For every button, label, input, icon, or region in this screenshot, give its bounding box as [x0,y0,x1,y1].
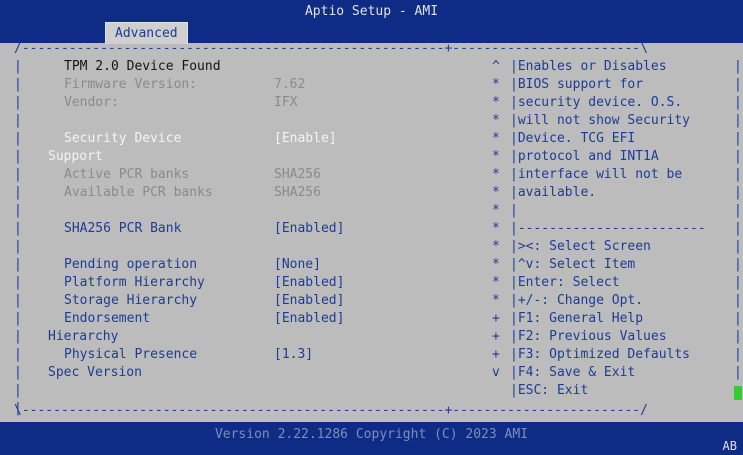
setting-label: Active PCR banks [64,167,190,182]
help-text: |security device. O.S. [510,95,683,110]
setting-row [22,112,492,130]
setting-row: Support [22,148,492,166]
scroll-indicator: * [492,221,500,236]
setting-value[interactable]: [Enabled] [274,310,344,328]
setting-label: Security Device [64,131,182,146]
setting-label: SHA256 PCR Bank [64,221,182,236]
help-text: |F1: General Help [510,311,644,326]
help-text: |+/-: Change Opt. [510,293,644,308]
frame-top-border: /---------------------------------------… [14,41,648,56]
setting-value[interactable]: [Enable] [274,130,337,148]
setting-row: Spec Version [22,364,492,382]
setting-value[interactable]: [1.3] [274,346,313,364]
help-text: |^v: Select Item [510,257,636,272]
setting-row[interactable]: Physical Presence [1.3] [22,346,492,364]
header-bar: Aptio Setup - AMI Advanced [0,0,743,44]
help-text: |ESC: Exit [510,383,589,398]
setting-label: Storage Hierarchy [64,293,198,308]
help-text: |Enables or Disables [510,59,667,74]
setting-row: Hierarchy [22,328,492,346]
setting-value[interactable]: [Enabled] [274,220,344,238]
scroll-indicator: * [492,203,500,218]
frame-left-border: | | | | | | | | | | | | | | | | | | | | [14,59,22,416]
status-badge: AB [722,439,737,453]
help-text: |F4: Save & Exit [510,365,636,380]
setting-label: Hierarchy [48,329,119,344]
help-text: | [510,203,518,218]
help-text: |will not show Security [510,113,691,128]
scroll-indicator: * [492,239,500,254]
help-text: |F2: Previous Values [510,329,667,344]
scroll-indicator: * [492,77,500,92]
scroll-indicator: * [492,113,500,128]
help-text: |available. [510,185,597,200]
setting-label: Available PCR banks [64,185,213,200]
setting-row: Vendor: IFX [22,94,492,112]
setting-value[interactable]: [Enabled] [274,274,344,292]
scrollbar-thumb[interactable] [734,386,742,400]
scroll-indicator: ^ [492,59,500,74]
copyright-text: Version 2.22.1286 Copyright (C) 2023 AMI [214,427,529,442]
scroll-indicator: * [492,131,500,146]
setting-value[interactable]: [Enabled] [274,292,344,310]
setting-row: Firmware Version: 7.62 [22,76,492,94]
setting-row [22,202,492,220]
scroll-indicator: * [492,149,500,164]
scroll-indicator: * [492,185,500,200]
help-text: |protocol and INT1A [510,149,659,164]
footer-bar: Version 2.22.1286 Copyright (C) 2023 AMI… [0,422,743,455]
setting-value: SHA256 [274,167,321,182]
setting-row[interactable]: Security Device [Enable] [22,130,492,148]
setting-label: Vendor: [64,95,119,110]
scroll-indicator: * [492,167,500,182]
setting-row[interactable]: Pending operation [None] [22,256,492,274]
help-text: |BIOS support for [510,77,644,92]
scroll-indicator: v [492,365,500,380]
setting-row[interactable]: Endorsement [Enabled] [22,310,492,328]
setting-value: IFX [274,95,298,110]
setting-row: Available PCR banks SHA256 [22,184,492,202]
help-text: |><: Select Screen [510,239,651,254]
setting-row[interactable]: Storage Hierarchy [Enabled] [22,292,492,310]
bios-screen: Aptio Setup - AMI Advanced /------------… [0,0,743,455]
frame-right-border: | | | | | | | | | | | | | | | | | | [734,59,742,380]
setting-label: Firmware Version: [64,77,198,92]
scroll-indicator: * [492,95,500,110]
setting-value: 7.62 [274,77,306,92]
setting-label: TPM 2.0 Device Found [64,59,221,74]
help-text: |F3: Optimized Defaults [510,347,691,362]
settings-panel: TPM 2.0 Device Found Firmware Version: 7.6… [22,58,492,382]
scroll-indicator: + [492,347,500,362]
setting-row [22,238,492,256]
app-title: Aptio Setup - AMI [304,4,439,19]
setting-label: Spec Version [48,365,142,380]
scroll-indicator: + [492,311,500,326]
help-text: |------------------------ [510,221,706,236]
scroll-indicator: * [492,293,500,308]
scroll-indicator: * [492,257,500,272]
setting-value: SHA256 [274,185,321,200]
setting-row: TPM 2.0 Device Found [22,58,492,76]
setting-row[interactable]: Platform Hierarchy [Enabled] [22,274,492,292]
setting-row[interactable]: SHA256 PCR Bank [Enabled] [22,220,492,238]
setting-label: Physical Presence [64,347,198,362]
setting-label: Pending operation [64,257,198,272]
setting-label: Platform Hierarchy [64,275,205,290]
setting-value[interactable]: [None] [274,256,321,274]
scroll-indicator: + [492,329,500,344]
setting-label: Support [48,149,103,164]
setting-label: Endorsement [64,311,151,326]
help-text: |Device. TCG EFI [510,131,636,146]
help-text: |Enter: Select [510,275,620,290]
frame-bottom-border: \---------------------------------------… [14,403,648,418]
setting-row: Active PCR banks SHA256 [22,166,492,184]
help-text: |interface will not be [510,167,683,182]
scroll-indicator: * [492,275,500,290]
